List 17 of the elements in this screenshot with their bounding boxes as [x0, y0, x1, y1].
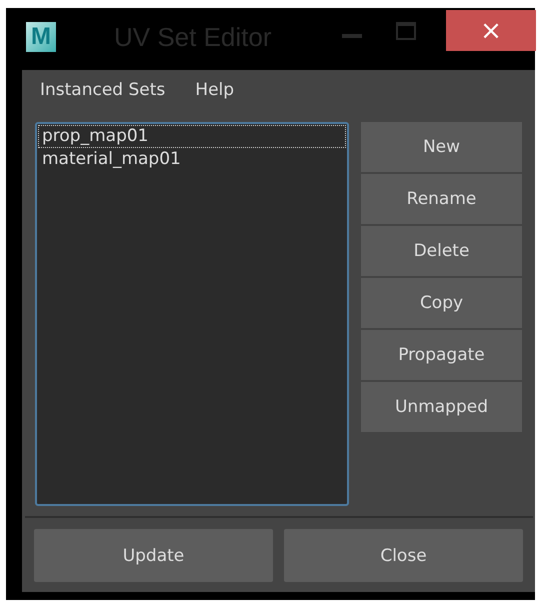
app-logo: M [26, 22, 56, 52]
action-button[interactable]: New [361, 122, 522, 172]
maximize-icon[interactable] [396, 22, 416, 40]
dialog-button[interactable]: Close [284, 529, 523, 582]
list-item[interactable]: material_map01 [38, 148, 346, 171]
menu-item[interactable]: Help [195, 80, 234, 100]
action-button[interactable]: Delete [361, 226, 522, 276]
uv-set-list[interactable]: prop_map01 material_map01 [35, 122, 349, 506]
action-button[interactable]: Propagate [361, 330, 522, 380]
action-button[interactable]: Rename [361, 174, 522, 224]
action-button[interactable]: Unmapped [361, 382, 522, 432]
menu-item[interactable]: Instanced Sets [40, 80, 166, 100]
close-button[interactable]: × [446, 10, 536, 51]
action-button[interactable]: Copy [361, 278, 522, 328]
list-item[interactable]: prop_map01 [38, 125, 346, 148]
dialog-button[interactable]: Update [34, 529, 273, 582]
minimize-icon[interactable] [342, 34, 362, 38]
